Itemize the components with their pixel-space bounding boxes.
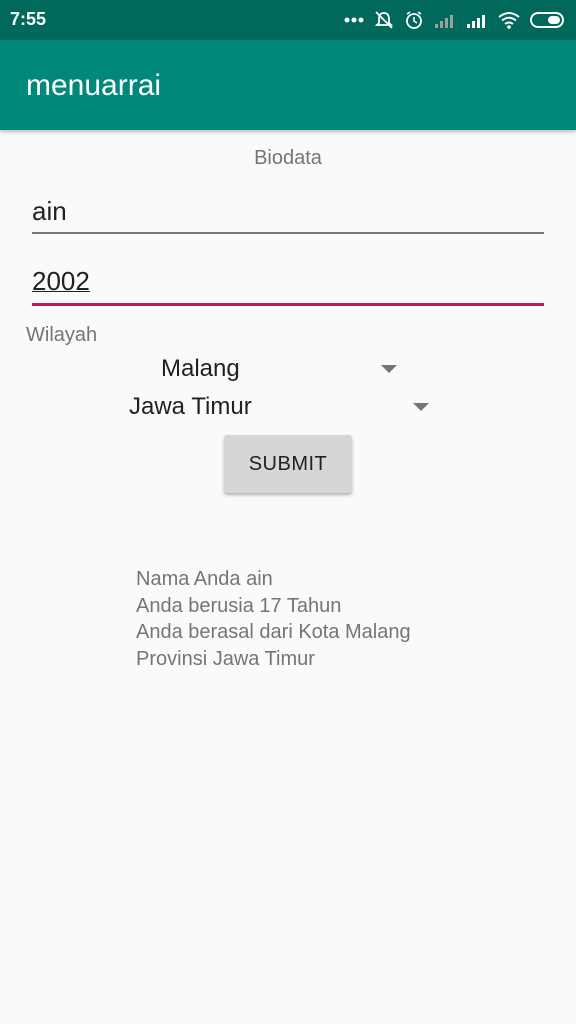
- year-input-value: 2002: [32, 266, 90, 296]
- city-spinner[interactable]: Malang: [161, 351, 401, 387]
- signal-icon: [466, 12, 488, 28]
- submit-button[interactable]: SUBMIT: [224, 435, 352, 493]
- bell-off-icon: [374, 10, 394, 30]
- form-heading: Biodata: [254, 147, 322, 169]
- app-bar: menuarrai: [0, 40, 576, 130]
- app-title: menuarrai: [26, 69, 162, 102]
- status-icons: [344, 8, 566, 32]
- province-spinner-value: Jawa Timur: [129, 393, 252, 420]
- region-label: Wilayah: [26, 324, 98, 346]
- more-dots-icon: [344, 16, 364, 24]
- result-text: Nama Anda ain Anda berusia 17 Tahun Anda…: [136, 566, 411, 672]
- wifi-icon: [498, 11, 520, 29]
- result-line-age: Anda berusia 17 Tahun: [136, 594, 342, 617]
- name-input[interactable]: ain: [32, 192, 544, 234]
- dropdown-arrow-icon: [413, 403, 429, 411]
- city-spinner-value: Malang: [161, 355, 240, 382]
- status-bar: 7:55: [0, 0, 576, 40]
- signal-weak-icon: [434, 12, 456, 28]
- province-spinner[interactable]: Jawa Timur: [129, 389, 433, 425]
- result-line-province: Provinsi Jawa Timur: [136, 647, 315, 670]
- year-input[interactable]: 2002: [32, 262, 544, 306]
- result-line-name: Nama Anda ain: [136, 568, 273, 590]
- name-input-value: ain: [32, 196, 67, 226]
- status-time: 7:55: [10, 9, 47, 29]
- result-line-city: Anda berasal dari Kota Malang: [136, 621, 411, 643]
- alarm-icon: [404, 10, 424, 30]
- battery-icon: [530, 11, 566, 29]
- dropdown-arrow-icon: [381, 365, 397, 373]
